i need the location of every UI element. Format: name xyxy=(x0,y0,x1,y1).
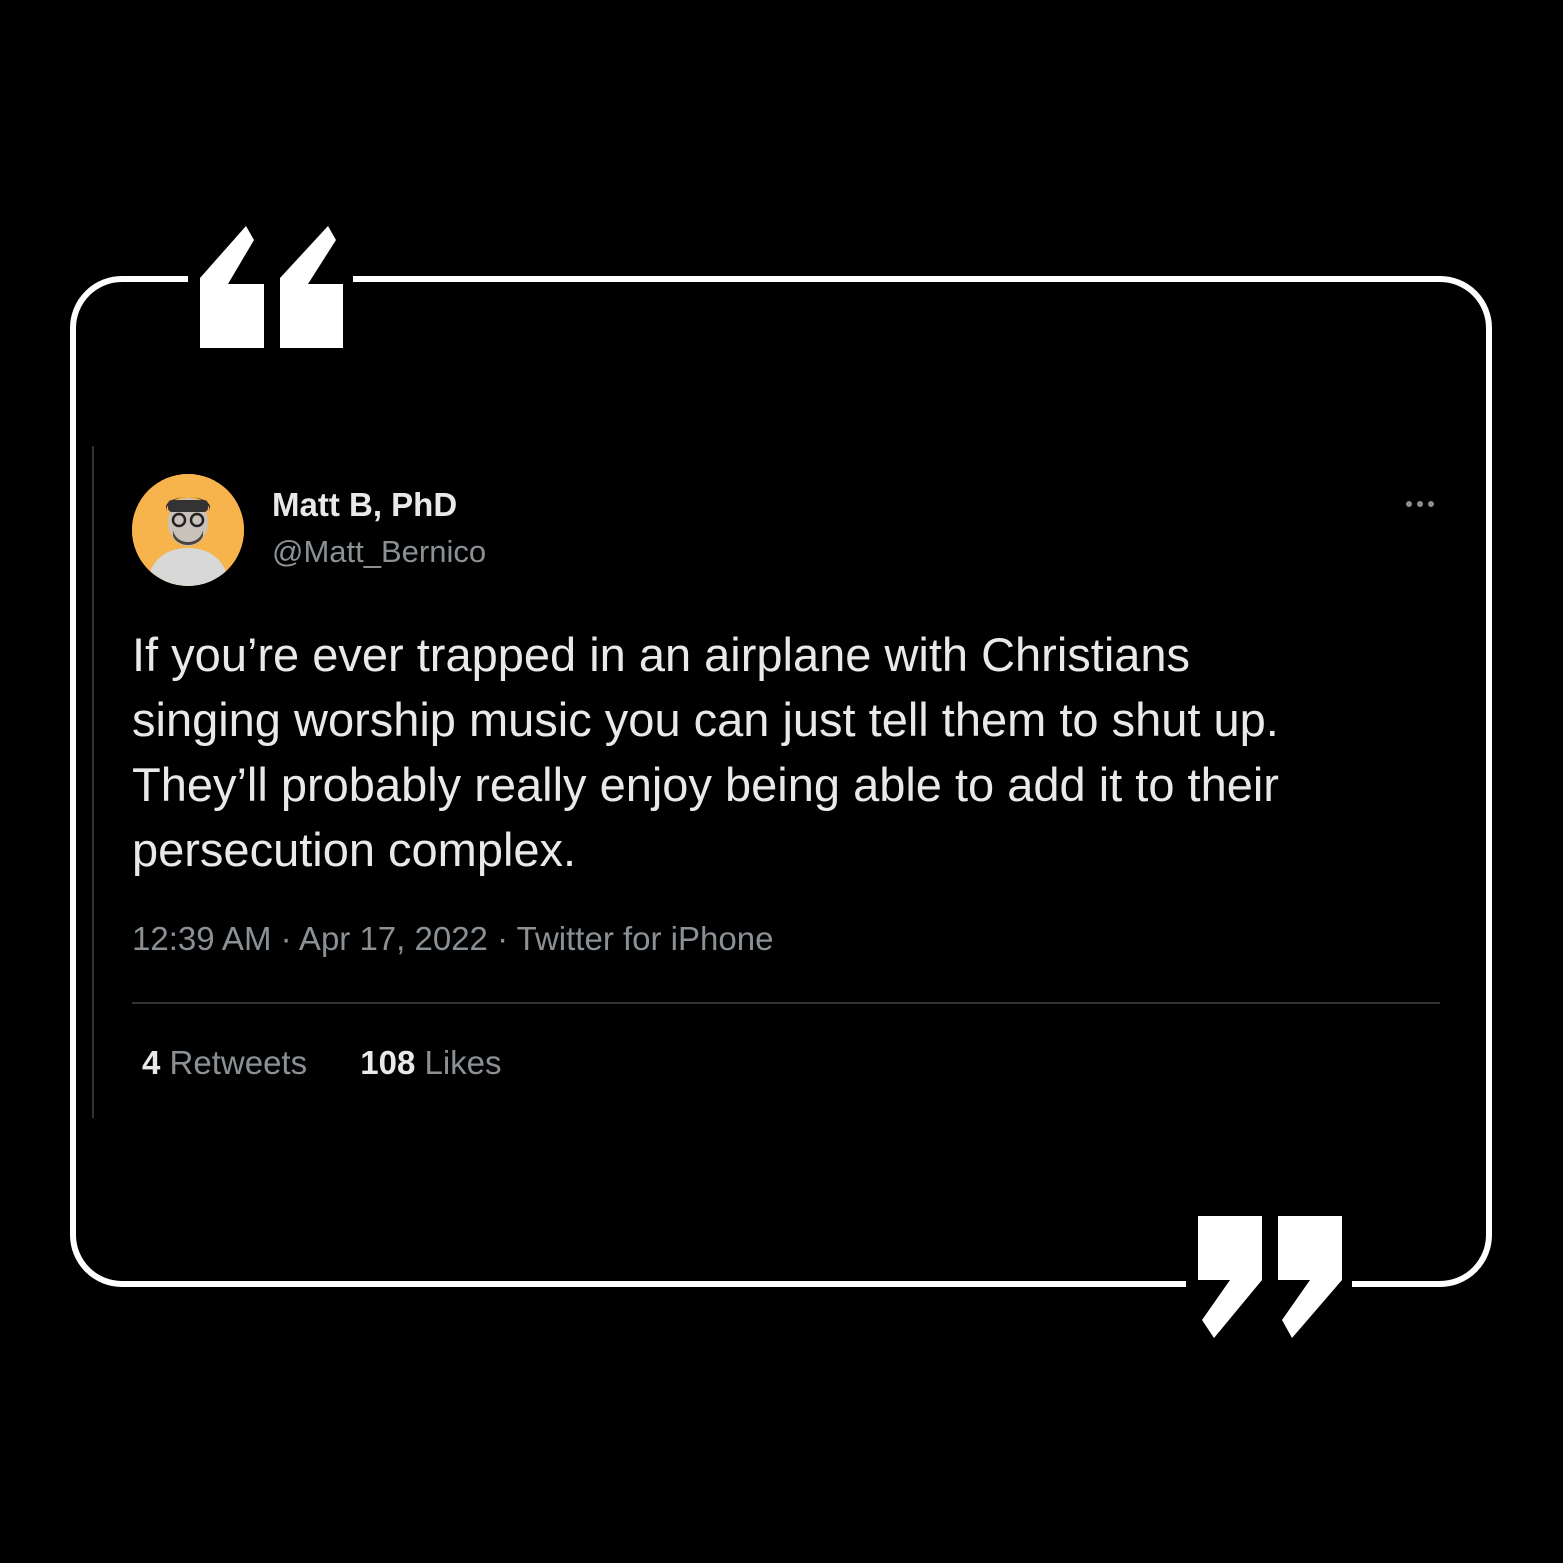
tweet-stats: 4 Retweets 108 Likes xyxy=(142,1044,546,1082)
likes-stat[interactable]: 108 Likes xyxy=(360,1044,501,1082)
more-options-icon[interactable] xyxy=(1392,490,1448,518)
display-name[interactable]: Matt B, PhD xyxy=(272,486,457,524)
tweet-timestamp[interactable]: 12:39 AM · Apr 17, 2022 · Twitter for iP… xyxy=(132,920,773,958)
close-quote-icon xyxy=(1186,1208,1352,1348)
likes-label: Likes xyxy=(424,1044,502,1081)
retweets-count: 4 xyxy=(142,1044,161,1081)
retweets-label: Retweets xyxy=(169,1044,308,1081)
likes-count: 108 xyxy=(360,1044,416,1081)
divider xyxy=(132,1002,1440,1004)
user-handle[interactable]: @Matt_Bernico xyxy=(272,534,486,570)
open-quote-icon xyxy=(188,222,353,357)
avatar[interactable] xyxy=(132,474,244,586)
tweet-text: If you’re ever trapped in an airplane wi… xyxy=(132,628,1279,876)
tweet-card: Matt B, PhD @Matt_Bernico If you’re ever… xyxy=(92,446,1464,1118)
retweets-stat[interactable]: 4 Retweets xyxy=(142,1044,307,1082)
